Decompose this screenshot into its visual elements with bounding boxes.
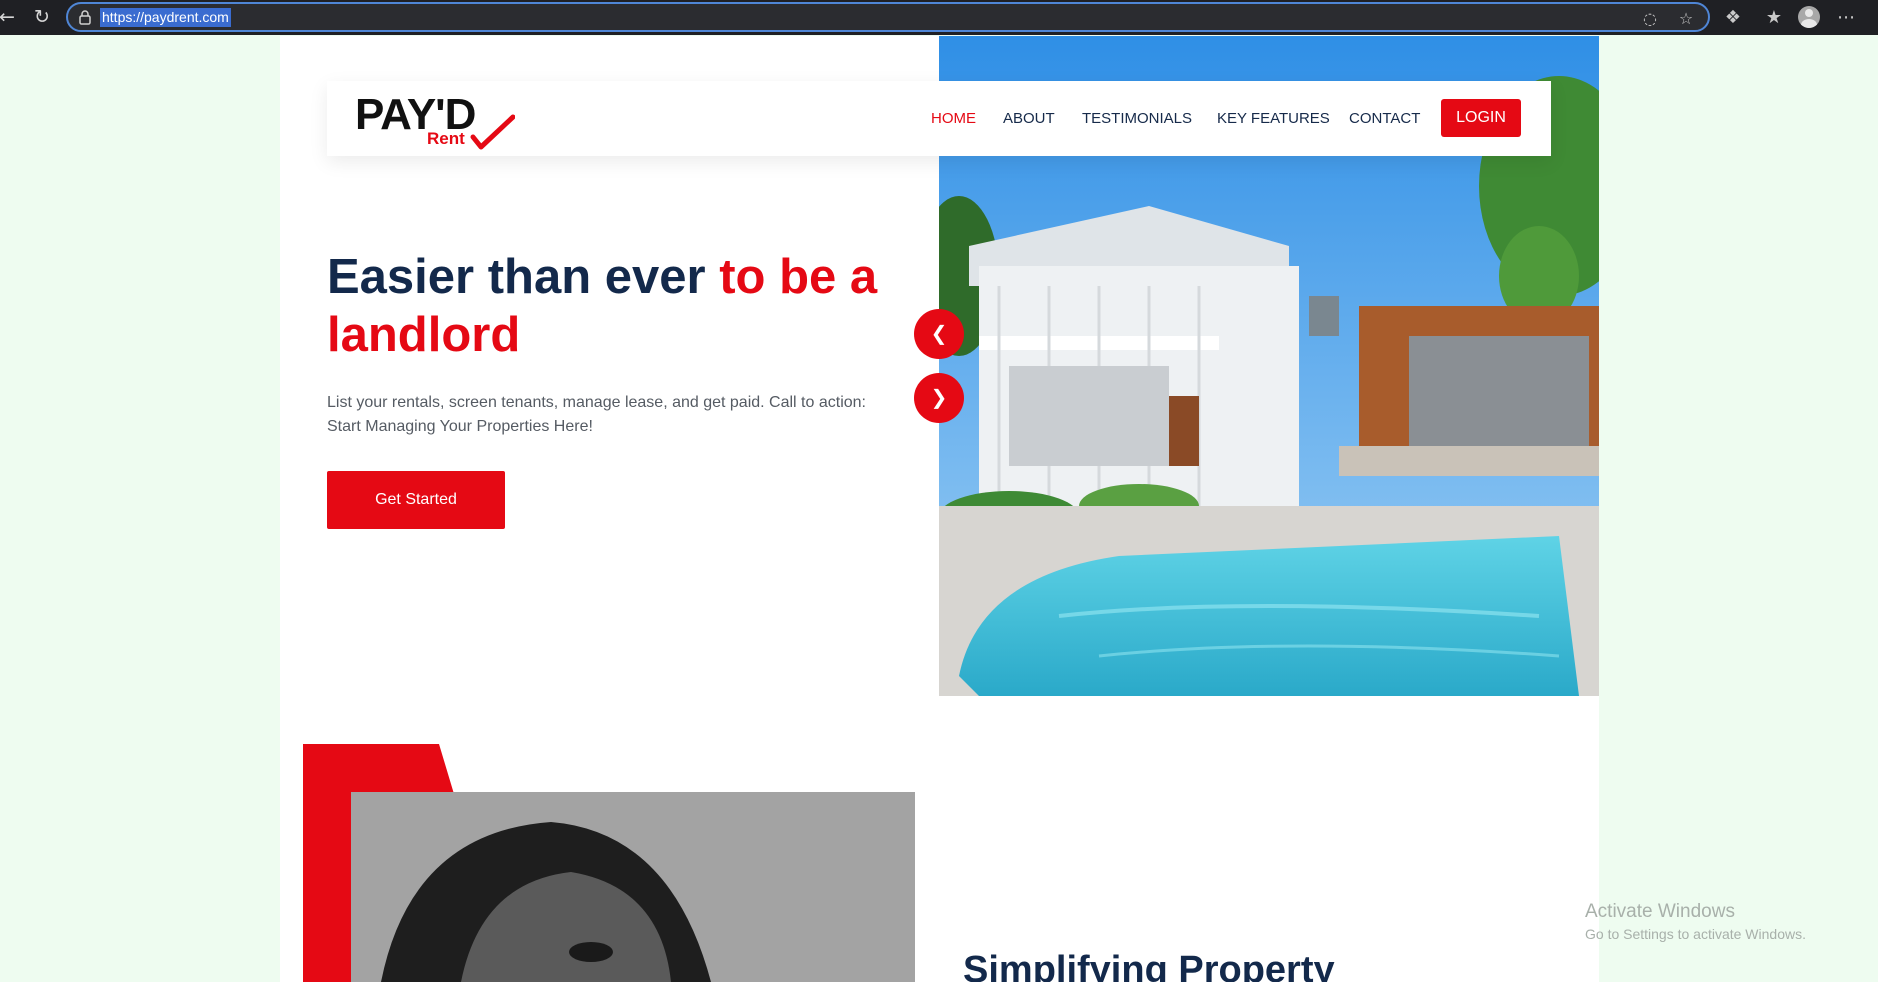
site-header: PAY'D Rent HOME ABOUT TESTIMONIALS KEY F… <box>327 81 1551 156</box>
get-started-button[interactable]: Get Started <box>327 471 505 529</box>
avatar[interactable] <box>1798 6 1820 28</box>
slider-next-button[interactable]: ❯ <box>914 373 964 423</box>
url-text[interactable]: https://paydrent.com <box>100 8 231 27</box>
watermark-title: Activate Windows <box>1585 901 1735 922</box>
hero-headline-dark: Easier than ever <box>327 250 720 304</box>
checkmark-icon <box>470 114 515 150</box>
nav-about[interactable]: ABOUT <box>1003 109 1055 129</box>
watermark-subtitle: Go to Settings to activate Windows. <box>1585 926 1806 942</box>
lock-icon[interactable] <box>77 9 93 25</box>
chevron-left-icon: ❮ <box>930 321 948 345</box>
address-bar[interactable]: https://paydrent.com ◌ ☆ <box>66 2 1710 32</box>
login-button[interactable]: LOGIN <box>1441 99 1521 137</box>
nav-home[interactable]: HOME <box>931 109 976 129</box>
favorites-list-icon[interactable]: ★ <box>1760 4 1788 32</box>
slider-prev-button[interactable]: ❮ <box>914 309 964 359</box>
page-content: PAY'D Rent HOME ABOUT TESTIMONIALS KEY F… <box>280 36 1599 982</box>
more-icon[interactable]: ⋯ <box>1832 4 1860 32</box>
hero-headline: Easier than ever to be a landlord <box>327 248 917 364</box>
site-logo[interactable]: PAY'D Rent <box>355 87 515 151</box>
back-arrow-icon[interactable]: ← <box>0 4 20 30</box>
puzzle-icon[interactable]: ❖ <box>1719 4 1747 32</box>
reader-mode-icon[interactable]: ◌ <box>1639 8 1661 30</box>
chevron-right-icon: ❯ <box>930 385 948 409</box>
star-icon[interactable]: ☆ <box>1675 8 1697 30</box>
nav-key-features[interactable]: KEY FEATURES <box>1217 109 1330 129</box>
activate-windows-watermark: Activate Windows Go to Settings to activ… <box>1585 900 1806 944</box>
section-title: Simplifying Property <box>963 949 1335 982</box>
hero-subtext: List your rentals, screen tenants, manag… <box>327 394 866 435</box>
browser-toolbar: ← ↻ https://paydrent.com ◌ ☆ ❖ ★ ⋯ <box>0 0 1878 35</box>
refresh-icon[interactable]: ↻ <box>29 4 55 30</box>
nav-testimonials[interactable]: TESTIMONIALS <box>1082 109 1192 129</box>
portrait-photo <box>351 792 915 982</box>
nav-contact[interactable]: CONTACT <box>1349 109 1420 129</box>
